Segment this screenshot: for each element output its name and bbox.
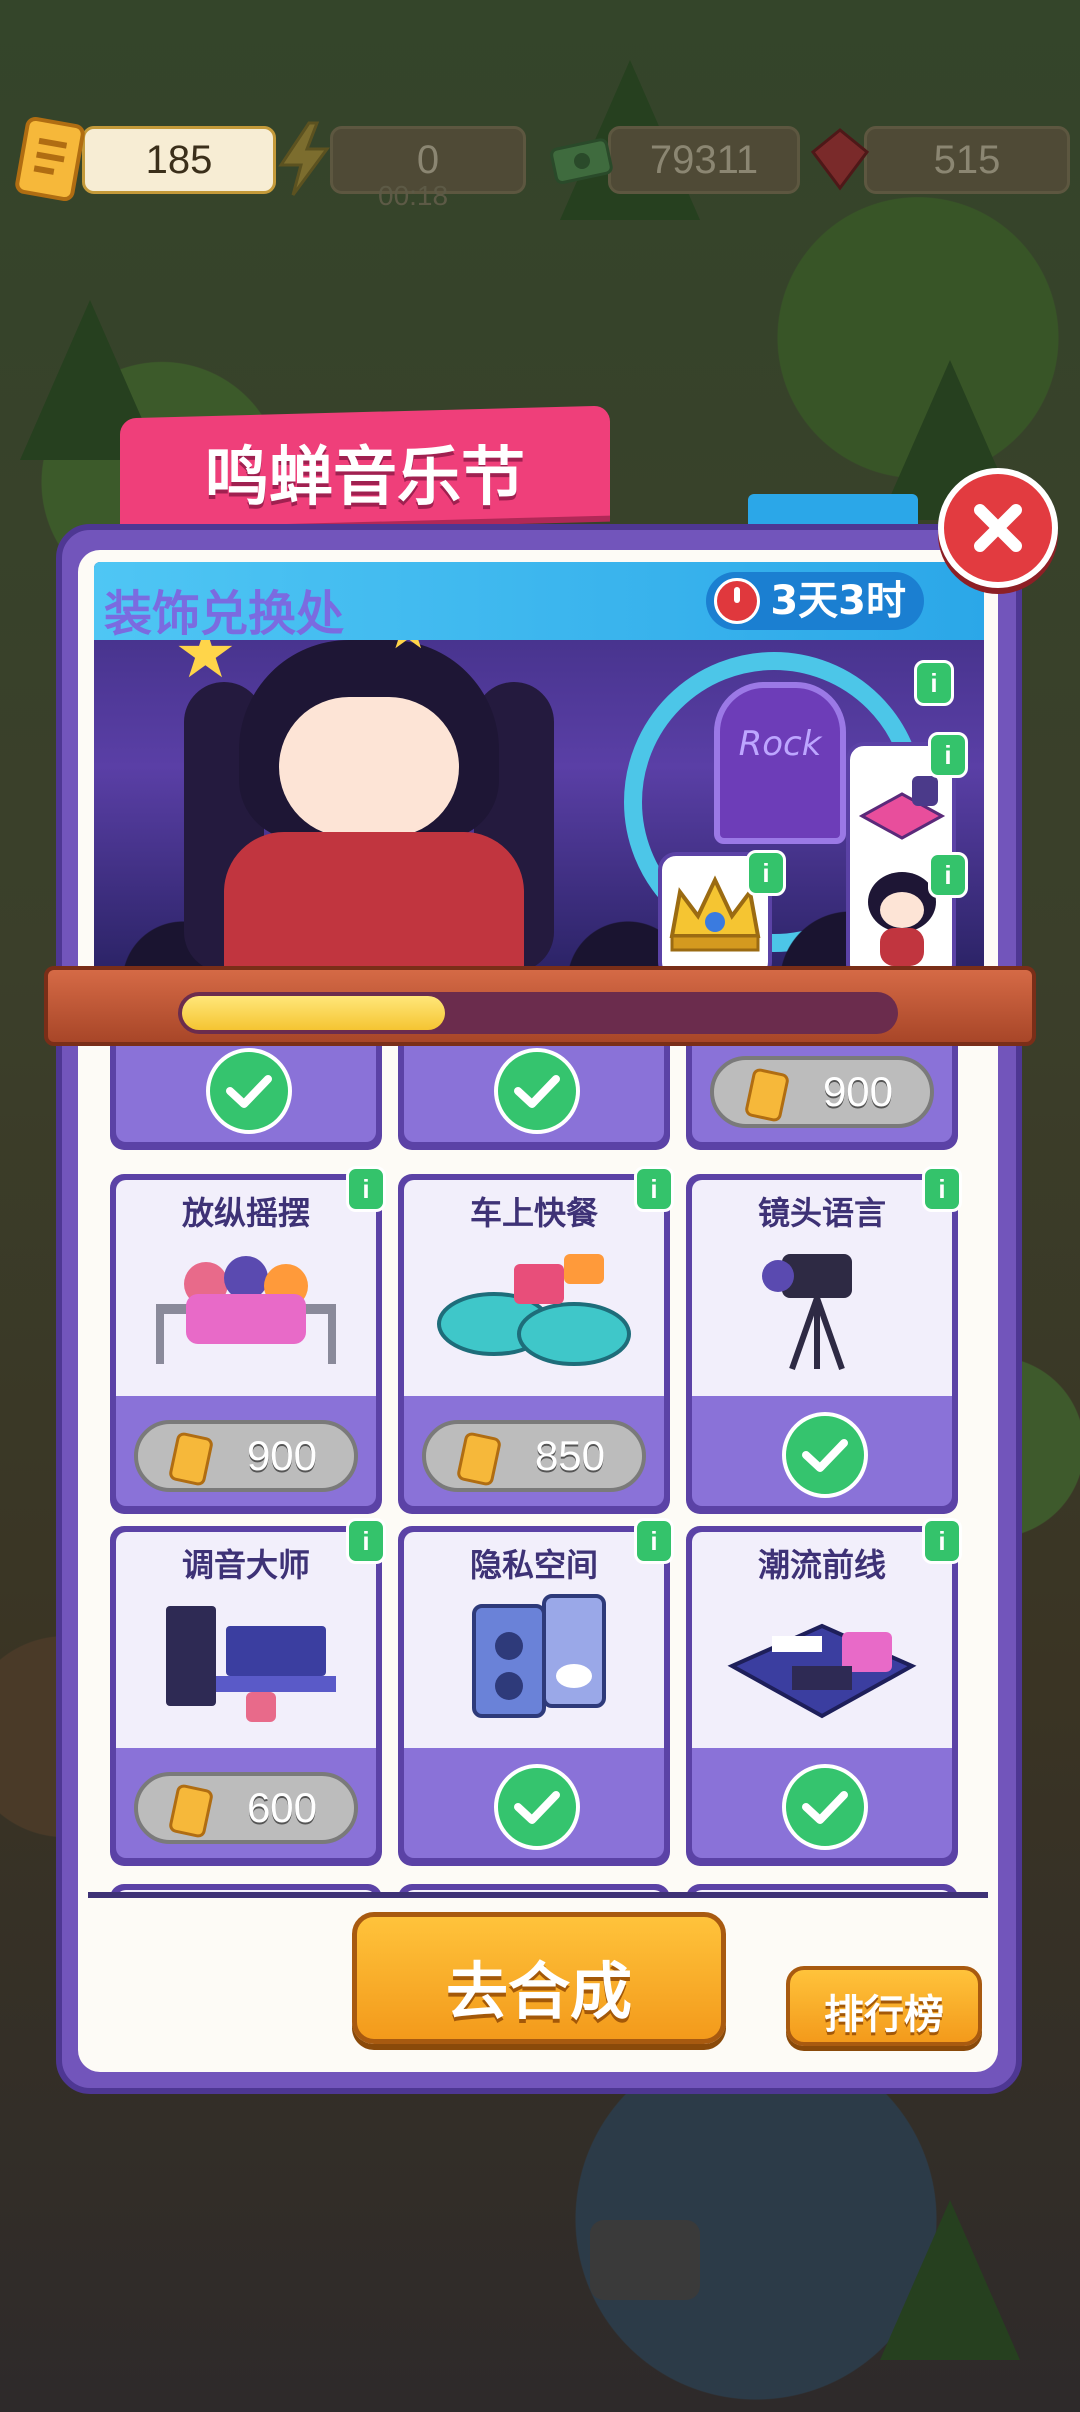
item-name: 隐私空间 [469, 1546, 598, 1584]
grid-bottom-divider [88, 1892, 988, 1898]
cash-icon [542, 114, 622, 204]
item-name: 调音大师 [181, 1546, 310, 1584]
singer-face [279, 697, 459, 837]
items-grid[interactable]: 900 放纵摇摆 i 900 车上快餐 i 850 镜头语言 i 调音大师 i … [110, 1046, 970, 1892]
item-card[interactable] [686, 1884, 958, 1892]
currency-gem[interactable]: 515 [806, 126, 1070, 194]
item-name: 车上快餐 [469, 1194, 598, 1232]
singer-body [224, 832, 524, 972]
camera-tripod-icon [762, 1254, 852, 1370]
banner-header: 装饰兑换处 3天3时 [94, 562, 984, 642]
go-merge-label: 去合成 [445, 1955, 632, 2028]
item-card-jingtou[interactable]: 镜头语言 i [686, 1166, 962, 1514]
decor-tab [748, 494, 918, 524]
item-price: 850 [534, 1432, 606, 1479]
item-card-chaoliu[interactable]: 潮流前线 i [686, 1518, 962, 1866]
item-card[interactable] [398, 1884, 670, 1892]
owned-check-icon [206, 1048, 292, 1134]
banner-info-button[interactable]: i [914, 660, 954, 706]
cash-count: 79311 [608, 126, 800, 194]
energy-timer: 00:18 [378, 180, 449, 211]
item-card[interactable] [110, 1046, 382, 1150]
close-icon [974, 504, 1022, 552]
restroom-booth-icon [472, 1594, 606, 1718]
event-title: 鸣蝉音乐节 [205, 441, 525, 515]
ticket-icon [169, 1784, 213, 1838]
item-card-tiaoyin[interactable]: 调音大师 i 600 [110, 1518, 386, 1866]
ticket-icon [745, 1068, 789, 1122]
item-info-button[interactable]: i [634, 1166, 674, 1212]
buy-button[interactable]: 850 [422, 1420, 646, 1492]
buy-button[interactable]: 900 [134, 1420, 358, 1492]
item-name: 放纵摇摆 [181, 1194, 310, 1232]
ticket-icon [457, 1432, 501, 1486]
currency-cash[interactable]: 79311 [548, 126, 800, 194]
event-timer: 3天3时 [706, 572, 924, 630]
leaderboard-button[interactable]: 排行榜 [786, 1966, 982, 2046]
food-car-icon [437, 1254, 631, 1366]
progress-fill [182, 996, 445, 1030]
time-left: 3天3时 [770, 578, 906, 624]
mixing-desk-icon [166, 1606, 336, 1722]
rock-sign-text: Rock [738, 724, 822, 764]
item-price: 600 [246, 1784, 318, 1831]
buy-button[interactable]: 900 [710, 1056, 934, 1128]
currency-ticket[interactable]: 185 [15, 116, 276, 202]
owned-check-icon [494, 1764, 580, 1850]
item-price: 900 [246, 1432, 318, 1479]
item-name: 潮流前线 [757, 1546, 886, 1584]
item-card-fangzong[interactable]: 放纵摇摆 i 900 [110, 1166, 386, 1514]
gem-count: 515 [864, 126, 1070, 194]
item-card-yinsi[interactable]: 隐私空间 i [398, 1518, 674, 1866]
reward-info-button[interactable]: i [928, 732, 968, 778]
item-card[interactable]: 900 [686, 1046, 958, 1150]
leaderboard-label: 排行榜 [824, 1992, 944, 2038]
reward-info-button[interactable]: i [746, 850, 786, 896]
owned-check-icon [782, 1764, 868, 1850]
item-info-button[interactable]: i [922, 1518, 962, 1564]
item-name: 镜头语言 [757, 1194, 886, 1232]
item-info-button[interactable]: i [922, 1166, 962, 1212]
banner-title: 装饰兑换处 [104, 586, 345, 642]
owned-check-icon [494, 1048, 580, 1134]
item-info-button[interactable]: i [346, 1166, 386, 1212]
crowd-barrier-icon [156, 1256, 336, 1364]
item-price: 900 [822, 1068, 894, 1115]
reward-info-button[interactable]: i [928, 852, 968, 898]
clock-icon [714, 578, 761, 624]
item-card-cheshang[interactable]: 车上快餐 i 850 [398, 1166, 674, 1514]
item-card[interactable] [110, 1884, 382, 1892]
lightning-icon [264, 114, 344, 204]
stage-icon [858, 776, 946, 840]
ticket-icon [169, 1432, 213, 1486]
rock-sign: Rock [714, 682, 846, 844]
buy-button[interactable]: 600 [134, 1772, 358, 1844]
item-card[interactable] [398, 1046, 670, 1150]
event-banner: Rock ★ ★ 装饰兑换处 3天3时 i i i i [94, 562, 984, 972]
owned-check-icon [782, 1412, 868, 1498]
item-info-button[interactable]: i [634, 1518, 674, 1564]
go-merge-button[interactable]: 去合成 [352, 1912, 726, 2044]
music-shop-icon [727, 1623, 917, 1719]
close-button[interactable] [938, 468, 1058, 588]
item-info-button[interactable]: i [346, 1518, 386, 1564]
ticket-count: 185 [82, 126, 276, 194]
ruby-icon [800, 114, 880, 204]
ticket-icon [10, 114, 90, 204]
